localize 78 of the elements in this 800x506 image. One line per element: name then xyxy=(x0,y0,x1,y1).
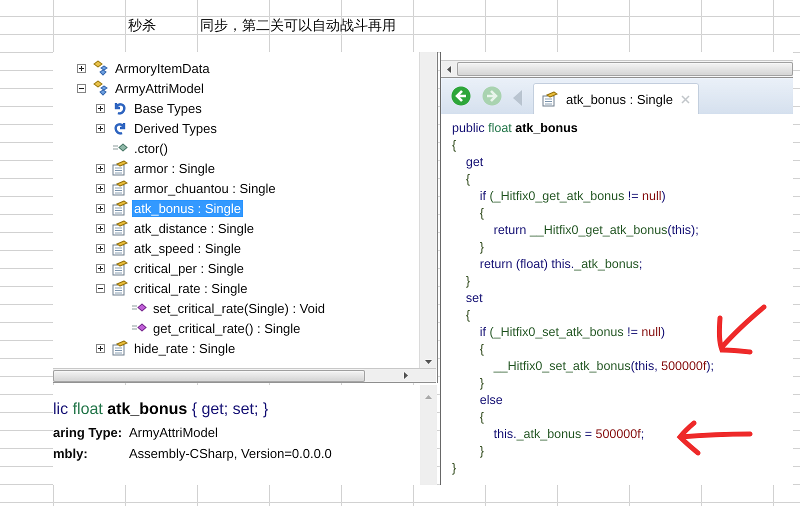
property-icon xyxy=(112,240,128,256)
expander-icon[interactable] xyxy=(96,184,105,192)
class-icon xyxy=(93,60,109,76)
code-line: if (_Hitfix0_get_atk_bonus != null) xyxy=(478,188,667,205)
property-icon xyxy=(112,260,128,276)
code-line: { xyxy=(478,409,485,426)
expander-icon[interactable] xyxy=(96,264,105,272)
tree-item[interactable]: .ctor() xyxy=(132,140,170,156)
expander-icon[interactable] xyxy=(96,164,105,172)
code-line: this._atk_bonus = 500000f; xyxy=(492,426,646,443)
expander-icon[interactable] xyxy=(96,224,105,232)
tree-item[interactable]: atk_speed : Single xyxy=(132,240,243,256)
back-button[interactable] xyxy=(451,86,471,106)
member-signature: lic float atk_bonus { get; set; } xyxy=(53,401,270,419)
down-arrow-icon[interactable] xyxy=(425,360,432,364)
tree-item[interactable]: Base Types xyxy=(132,100,204,116)
scrollbar[interactable] xyxy=(53,368,436,383)
tree-item[interactable]: ArmoryItemData xyxy=(113,60,212,76)
property-icon xyxy=(112,340,128,356)
tree-item[interactable]: Derived Types xyxy=(132,120,219,136)
scrollbar[interactable] xyxy=(441,60,793,78)
right-arrow-icon[interactable] xyxy=(404,372,408,379)
scrollbar[interactable] xyxy=(419,52,437,370)
code-line: return (float) this._atk_bonus; xyxy=(478,256,644,273)
curved-arrow-icon xyxy=(112,120,128,136)
code-line: __Hitfix0_set_atk_bonus(this, 500000f); xyxy=(492,358,715,375)
expander-icon[interactable] xyxy=(96,284,105,292)
scrollbar[interactable] xyxy=(420,385,437,485)
code-line: return __Hitfix0_get_atk_bonus(this); xyxy=(492,222,700,239)
expander-icon[interactable] xyxy=(96,244,105,252)
expander-icon[interactable] xyxy=(96,104,105,112)
property-icon xyxy=(542,91,558,107)
curved-arrow-icon xyxy=(112,100,128,116)
table-cell: 秒杀 xyxy=(128,17,156,34)
tree-item[interactable]: ArmyAttriModel xyxy=(113,80,206,96)
expander-icon[interactable] xyxy=(77,84,86,92)
tree-item[interactable]: hide_rate : Single xyxy=(132,340,238,356)
code-line: public float atk_bonus xyxy=(452,120,579,137)
code-line: if (_Hitfix0_set_atk_bonus != null) xyxy=(478,324,666,341)
code-line: else xyxy=(478,392,504,409)
code-line: set xyxy=(464,290,484,307)
scrollbar-thumb[interactable] xyxy=(53,370,365,382)
code-line: get xyxy=(464,154,484,171)
property-icon xyxy=(112,220,128,236)
code-line: { xyxy=(452,137,458,154)
tree-item[interactable]: atk_distance : Single xyxy=(132,220,256,236)
table-cell: 同步，第二关可以自动战斗再用 xyxy=(200,17,396,34)
code-line: { xyxy=(478,205,485,222)
code-line: } xyxy=(478,375,485,392)
expander-icon[interactable] xyxy=(96,344,105,352)
expander-icon[interactable] xyxy=(77,64,86,72)
property-icon xyxy=(112,180,128,196)
info-label: aring Type: xyxy=(53,425,124,440)
editor-tab[interactable]: atk_bonus : Single xyxy=(533,83,699,114)
code-line: { xyxy=(478,341,485,358)
tree-item[interactable]: critical_rate : Single xyxy=(132,280,250,296)
property-icon xyxy=(112,200,128,216)
property-icon xyxy=(112,280,128,296)
tree-item[interactable]: get_critical_rate() : Single xyxy=(151,320,302,336)
property-icon xyxy=(112,160,128,176)
code-line: { xyxy=(464,171,472,188)
tree-item[interactable]: armor_chuantou : Single xyxy=(132,180,278,196)
tree-item[interactable]: armor : Single xyxy=(132,160,217,176)
code-line: } xyxy=(452,460,458,477)
code-line: } xyxy=(478,239,485,256)
expander-icon[interactable] xyxy=(96,204,105,212)
expander-icon[interactable] xyxy=(96,124,105,132)
info-label: mbly: xyxy=(53,446,89,461)
info-value: Assembly-CSharp, Version=0.0.0.0 xyxy=(129,446,332,461)
code-line: } xyxy=(478,443,485,460)
code-line: { xyxy=(464,307,472,324)
left-arrow-icon[interactable] xyxy=(447,66,451,72)
class-icon xyxy=(93,80,109,96)
code-line: } xyxy=(464,273,472,290)
scrollbar-thumb[interactable] xyxy=(457,62,793,76)
tree-item[interactable]: critical_per : Single xyxy=(132,260,246,276)
tree-item[interactable]: set_critical_rate(Single) : Void xyxy=(151,300,327,316)
info-value: ArmyAttriModel xyxy=(129,425,218,440)
